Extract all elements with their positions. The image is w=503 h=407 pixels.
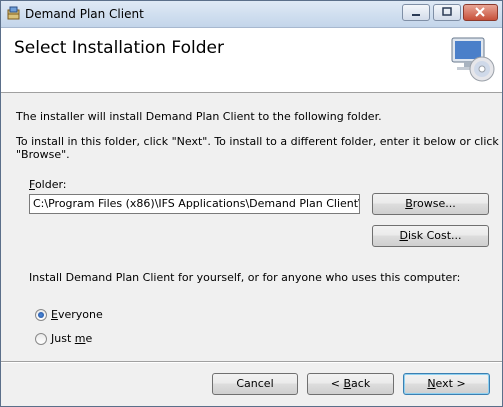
browse-button[interactable]: Browse...: [372, 193, 489, 215]
minimize-button[interactable]: [402, 4, 430, 21]
disk-cost-button[interactable]: Disk Cost...: [372, 225, 489, 247]
close-icon: [475, 7, 485, 17]
title-bar[interactable]: Demand Plan Client: [1, 1, 502, 28]
everyone-radio[interactable]: [35, 309, 47, 321]
back-button[interactable]: < Back: [307, 373, 394, 395]
everyone-label[interactable]: Everyone: [51, 308, 103, 321]
just-me-radio[interactable]: [35, 333, 47, 345]
footer-divider: [1, 361, 502, 363]
intro-text-1: The installer will install Demand Plan C…: [16, 110, 382, 123]
cancel-button[interactable]: Cancel: [212, 373, 298, 395]
maximize-button[interactable]: [433, 4, 461, 21]
header-banner: Select Installation Folder: [1, 28, 502, 93]
minimize-icon: [412, 14, 420, 16]
just-me-label[interactable]: Just me: [51, 332, 92, 345]
install-for-question: Install Demand Plan Client for yourself,…: [29, 271, 461, 284]
next-button[interactable]: Next >: [403, 373, 490, 395]
intro-text-2: To install in this folder, click "Next".…: [16, 135, 499, 161]
computer-disc-icon: [451, 37, 495, 82]
page-title: Select Installation Folder: [14, 38, 224, 58]
close-button[interactable]: [463, 4, 498, 21]
installer-box-icon: [7, 6, 20, 20]
installer-window: Demand Plan Client Select Installation F…: [0, 0, 503, 407]
folder-path-input[interactable]: C:\Program Files (x86)\IFS Applications\…: [29, 194, 360, 214]
window-title: Demand Plan Client: [25, 7, 144, 21]
radio-selected-dot: [38, 312, 44, 318]
folder-label: Folder:: [29, 178, 67, 191]
maximize-icon: [442, 7, 452, 16]
